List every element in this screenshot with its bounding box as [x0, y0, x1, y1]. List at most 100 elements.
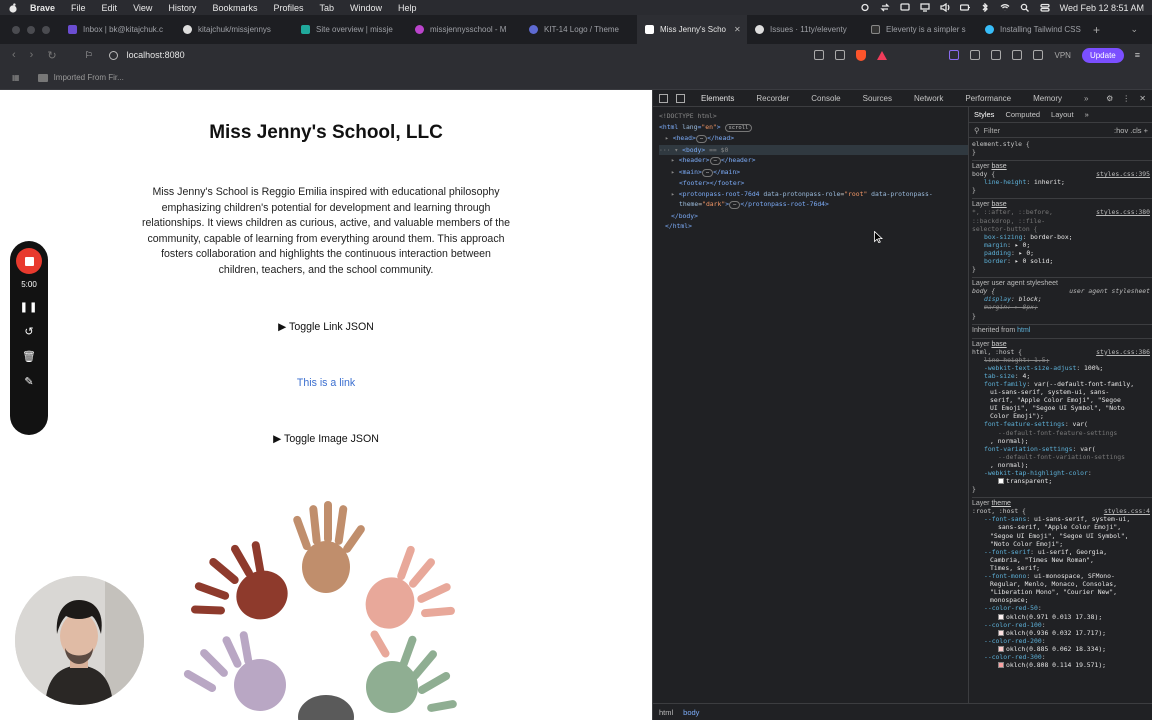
volume-icon[interactable] [939, 3, 950, 12]
bookmark-folder-imported[interactable]: Imported From Fir... [54, 73, 124, 82]
menubar-edit[interactable]: Edit [102, 3, 118, 13]
devtools-more-tabs[interactable]: » [1084, 94, 1088, 103]
decl-border[interactable]: border: ▸ 0 solid; [972, 257, 1152, 265]
decl-padding[interactable]: padding: ▸ 0; [972, 249, 1152, 257]
tab-search-chevron-icon[interactable]: ⌄ [1130, 24, 1138, 35]
selector[interactable]: :root, :host { [972, 507, 1026, 515]
reload-icon[interactable]: ↻ [47, 49, 56, 62]
stop-recording-button[interactable] [16, 248, 42, 274]
tab-tailwind[interactable]: Installing Tailwind CSS [977, 15, 1087, 44]
dom-footer[interactable]: <footer></footer> [659, 178, 968, 189]
sample-link[interactable]: This is a link [0, 377, 652, 389]
tab-issues[interactable]: Issues · 11ty/eleventy [747, 15, 863, 44]
menubar-file[interactable]: File [71, 3, 86, 13]
devtools-tab-memory[interactable]: Memory [1033, 94, 1062, 103]
device-toolbar-icon[interactable] [676, 93, 685, 103]
dom-main[interactable]: ▸ <main> ⋯ </main> [659, 167, 968, 179]
styles-tab-layout[interactable]: Layout [1051, 110, 1074, 119]
leo-icon[interactable] [1033, 50, 1044, 60]
dom-body-close[interactable]: </body> [659, 211, 968, 222]
vpn-button[interactable]: VPN [1054, 51, 1070, 60]
source-link[interactable]: styles.css:386 [1096, 348, 1152, 356]
apps-grid-icon[interactable]: ▦ [12, 73, 20, 82]
styles-tab-more[interactable]: » [1085, 110, 1089, 119]
breadcrumb-body[interactable]: body [683, 708, 699, 717]
apple-icon[interactable] [8, 2, 18, 13]
sync-icon[interactable] [880, 3, 890, 12]
decl-font-feature-settings[interactable]: font-feature-settings: var( [972, 420, 1152, 428]
decl-font-sans[interactable]: --font-sans: ui-sans-serif, system-ui, [972, 515, 1152, 523]
dom-header[interactable]: ▸ <header> ⋯ </header> [659, 155, 968, 167]
tab-eleventy[interactable]: Eleventy is a simpler s [863, 15, 977, 44]
breadcrumb-html[interactable]: html [659, 708, 673, 717]
devtools-tab-performance[interactable]: Performance [965, 94, 1011, 103]
layer-link[interactable]: base [991, 341, 1006, 348]
forward-icon[interactable]: › [30, 49, 34, 61]
site-info-icon[interactable] [108, 50, 118, 60]
styles-filter-actions[interactable]: :hov .cls + [1114, 126, 1148, 135]
selector[interactable]: *, ::after, ::before, [972, 208, 1053, 216]
decl-font-family[interactable]: font-family: var(--default-font-family, [972, 380, 1152, 388]
close-window-button[interactable] [12, 26, 20, 34]
menubar-datetime[interactable]: Wed Feb 12 8:51 AM [1060, 3, 1144, 13]
inherited-link[interactable]: html [1017, 327, 1030, 334]
decl-display[interactable]: display: block; [972, 295, 1152, 303]
url-text[interactable]: localhost:8080 [127, 50, 185, 60]
styles-tab-computed[interactable]: Computed [1005, 110, 1040, 119]
collapsed-badge[interactable]: ⋯ [695, 135, 708, 143]
decl-font-serif[interactable]: --font-serif: ui-serif, Georgia, [972, 548, 1152, 556]
devtools-tab-console[interactable]: Console [811, 94, 840, 103]
decl-line-height-overridden[interactable]: line-height: 1.5; [972, 356, 1152, 364]
devtools-tab-sources[interactable]: Sources [863, 94, 892, 103]
tab-github-repo[interactable]: kitajchuk/missjennys [175, 15, 293, 44]
control-center-icon[interactable] [1039, 3, 1050, 12]
color-swatch[interactable] [998, 478, 1004, 485]
collapsed-badge[interactable]: ⋯ [701, 168, 714, 177]
brave-shields-icon[interactable] [856, 49, 867, 61]
layer-link[interactable]: base [991, 163, 1006, 170]
color-swatch[interactable] [998, 645, 1004, 652]
dom-body-selected[interactable]: ··· ▾ <body> == $0 [659, 144, 968, 155]
selector[interactable]: body { [972, 170, 995, 178]
devtools-tab-recorder[interactable]: Recorder [756, 94, 789, 103]
gear-icon[interactable] [860, 3, 870, 12]
layer-link[interactable]: base [991, 201, 1006, 208]
dom-doctype[interactable]: <!DOCTYPE html> [659, 111, 968, 122]
extension-icon[interactable] [949, 50, 960, 60]
kebab-menu-icon[interactable]: ⋮ [1122, 94, 1130, 103]
source-link[interactable]: styles.css:395 [1096, 170, 1152, 178]
decl-font-mono[interactable]: --font-mono: ui-monospace, SFMono- [972, 572, 1152, 580]
menubar-profiles[interactable]: Profiles [273, 3, 303, 13]
settings-gear-icon[interactable]: ⚙ [1106, 94, 1113, 103]
decl-color-red-200[interactable]: --color-red-200: [972, 637, 1152, 645]
cast-icon[interactable] [814, 50, 825, 60]
selector[interactable]: body { [972, 287, 995, 295]
rule-element-style[interactable]: element.style { [972, 140, 1152, 148]
dom-head[interactable]: ▸ <head> ⋯ </head> [659, 133, 968, 145]
decl-margin[interactable]: margin: ▸ 0; [972, 241, 1152, 249]
spotlight-icon[interactable] [1020, 3, 1030, 12]
menubar-window[interactable]: Window [350, 3, 382, 13]
styles-tab-styles[interactable]: Styles [974, 110, 994, 119]
color-swatch[interactable] [998, 629, 1004, 636]
decl-box-sizing[interactable]: box-sizing: border-box; [972, 233, 1152, 241]
restart-icon[interactable]: ↺ [24, 327, 33, 338]
battery-icon[interactable] [959, 3, 970, 12]
trash-icon[interactable]: 🗑 [22, 352, 36, 363]
close-tab-icon[interactable]: ✕ [734, 25, 741, 34]
dom-protonpass-root[interactable]: ▸ <protonpass-root-76d4 data-protonpass-… [659, 189, 968, 200]
decl-color-red-100[interactable]: --color-red-100: [972, 621, 1152, 629]
dom-protonpass-root-cont[interactable]: theme="dark"> ⋯ </protonpass-root-76d4> [659, 199, 968, 211]
close-devtools-icon[interactable]: ✕ [1139, 94, 1146, 103]
decl-tap-highlight[interactable]: -webkit-tap-highlight-color: [972, 469, 1152, 477]
menu-icon[interactable]: ≡ [1135, 50, 1140, 60]
color-swatch[interactable] [998, 613, 1004, 620]
tab-miss-jennys-school[interactable]: Miss Jenny's Scho ✕ [637, 15, 747, 44]
dom-html-close[interactable]: </html> [659, 221, 968, 232]
decl-font-variation-settings[interactable]: font-variation-settings: var( [972, 445, 1152, 453]
devtools-tab-elements[interactable]: Elements [701, 94, 734, 103]
puzzle-icon[interactable] [970, 50, 981, 60]
menubar-help[interactable]: Help [398, 3, 417, 13]
sidebar-icon[interactable] [1012, 50, 1023, 60]
address-bar[interactable]: ⚐ localhost:8080 [85, 46, 775, 64]
